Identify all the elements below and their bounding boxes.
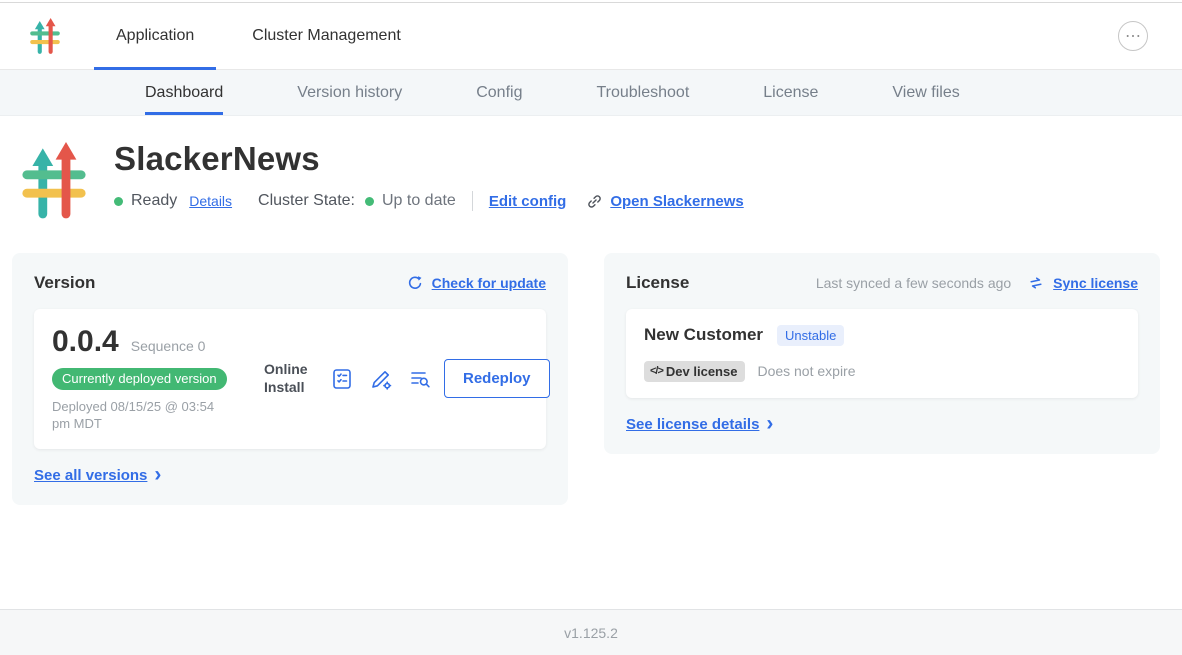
chevron-right-icon: › <box>766 413 773 434</box>
edit-config-link[interactable]: Edit config <box>489 193 567 210</box>
console-footer: v1.125.2 <box>0 609 1182 655</box>
app-icon <box>22 142 86 219</box>
refresh-icon <box>407 275 423 291</box>
subnav-item-troubleshoot[interactable]: Troubleshoot <box>596 70 689 115</box>
see-license-details-label: See license details <box>626 416 759 433</box>
version-card: Version Check for update 0.0.4 Sequence … <box>12 253 568 505</box>
brand-logo[interactable] <box>30 3 60 69</box>
customer-name: New Customer <box>644 325 763 345</box>
ready-status-label: Ready <box>131 192 177 210</box>
link-icon <box>586 193 603 210</box>
cluster-state-dot <box>365 197 374 206</box>
check-for-update-link[interactable]: Check for update <box>432 275 546 291</box>
channel-badge: Unstable <box>777 325 844 346</box>
details-link[interactable]: Details <box>189 193 232 209</box>
last-synced-label: Last synced a few seconds ago <box>816 275 1011 291</box>
primary-tabs: Application Cluster Management <box>94 3 423 69</box>
deployed-status-badge: Currently deployed version <box>52 368 227 390</box>
subnav-item-dashboard[interactable]: Dashboard <box>145 70 223 115</box>
edit-config-icon[interactable] <box>369 367 393 391</box>
ellipsis-icon: ⋯ <box>1125 26 1141 46</box>
sync-license-link[interactable]: Sync license <box>1053 275 1138 291</box>
more-menu-button[interactable]: ⋯ <box>1118 21 1148 51</box>
subnav-item-license[interactable]: License <box>763 70 818 115</box>
subnav-item-config[interactable]: Config <box>476 70 522 115</box>
divider <box>472 191 473 211</box>
chevron-right-icon: › <box>154 464 161 485</box>
see-all-versions-label: See all versions <box>34 467 147 484</box>
tab-application[interactable]: Application <box>94 3 216 69</box>
release-notes-icon[interactable] <box>330 367 354 391</box>
deployed-timestamp: Deployed 08/15/25 @ 03:54 pm MDT <box>52 399 220 433</box>
license-expiration: Does not expire <box>757 363 855 379</box>
dashboard-cards: Version Check for update 0.0.4 Sequence … <box>12 253 1160 505</box>
sync-icon <box>1027 273 1046 292</box>
license-card: License Last synced a few seconds ago Sy… <box>604 253 1160 455</box>
top-navbar: Application Cluster Management ⋯ <box>0 2 1182 70</box>
sequence-label: Sequence 0 <box>131 338 206 354</box>
subnav-item-view-files[interactable]: View files <box>892 70 959 115</box>
current-version-panel: 0.0.4 Sequence 0 Currently deployed vers… <box>34 309 546 449</box>
app-subnav: Dashboard Version history Config Trouble… <box>0 70 1182 116</box>
slackernews-logo-icon <box>30 18 60 54</box>
deploy-logs-icon[interactable] <box>408 367 432 391</box>
version-number: 0.0.4 <box>52 325 119 359</box>
install-type-label: Online Install <box>264 361 318 396</box>
code-icon: </> <box>650 365 663 377</box>
see-license-details-link[interactable]: See license details › <box>626 416 773 434</box>
app-header: SlackerNews Ready Details Cluster State:… <box>22 140 1182 219</box>
license-type-badge: </> Dev license <box>644 361 745 382</box>
cluster-state-label: Cluster State: <box>258 192 355 210</box>
subnav-item-version-history[interactable]: Version history <box>297 70 402 115</box>
open-app-link[interactable]: Open Slackernews <box>586 193 743 210</box>
open-app-label: Open Slackernews <box>610 193 743 210</box>
redeploy-button[interactable]: Redeploy <box>444 359 550 398</box>
app-title: SlackerNews <box>114 140 744 178</box>
dashboard-main: SlackerNews Ready Details Cluster State:… <box>0 140 1182 505</box>
license-type-label: Dev license <box>666 364 738 379</box>
console-version: v1.125.2 <box>564 625 618 641</box>
tab-cluster-management[interactable]: Cluster Management <box>230 3 423 69</box>
version-card-title: Version <box>34 273 95 293</box>
license-card-title: License <box>626 273 689 293</box>
license-panel: New Customer Unstable </> Dev license Do… <box>626 309 1138 398</box>
app-status-row: Ready Details Cluster State: Up to date … <box>114 191 744 211</box>
see-all-versions-link[interactable]: See all versions › <box>34 467 161 485</box>
ready-status-dot <box>114 197 123 206</box>
cluster-state-value: Up to date <box>382 192 456 210</box>
